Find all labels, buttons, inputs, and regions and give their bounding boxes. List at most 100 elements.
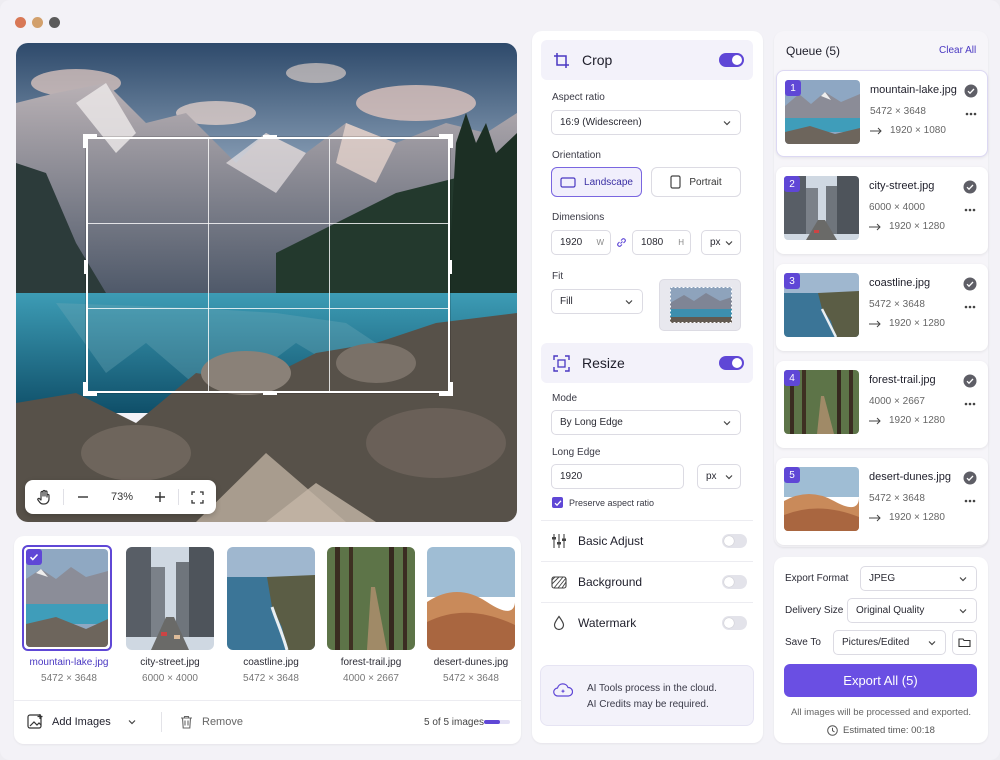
filmstrip-thumb-2[interactable] (126, 547, 214, 650)
estimated-time-text: Estimated time: 00:18 (843, 725, 935, 736)
link-icon[interactable] (616, 237, 627, 248)
filmstrip-thumb-3[interactable] (227, 547, 315, 650)
remove-button[interactable]: Remove (180, 715, 243, 729)
basic-adjust-title: Basic Adjust (578, 534, 644, 548)
queue-index-badge: 2 (784, 176, 800, 192)
queue-item[interactable]: 5 desert-dunes.jpg 5472 × 3648 1920 × 12… (776, 458, 988, 545)
watermark-title: Watermark (578, 616, 637, 630)
save-to-value: Pictures/Edited (842, 637, 910, 648)
queue-item-dims: 6000 × 4000 (869, 202, 925, 213)
filmstrip-thumb-1[interactable] (22, 545, 112, 651)
filmstrip-divider (14, 700, 521, 701)
crop-handle-top[interactable] (263, 135, 277, 139)
add-images-label: Add Images (52, 715, 111, 728)
queue-item-output: 1920 × 1280 (889, 512, 945, 523)
crop-handle-br[interactable] (449, 382, 453, 396)
resize-toggle[interactable] (719, 356, 744, 370)
fit-select[interactable]: Fill (551, 289, 643, 314)
chevron-down-icon (723, 421, 731, 426)
crop-toggle[interactable] (719, 53, 744, 67)
queue-item-name: coastline.jpg (869, 277, 931, 289)
orientation-label: Orientation (552, 150, 601, 161)
check-circle-icon (963, 471, 977, 485)
aspect-ratio-value: 16:9 (Widescreen) (560, 117, 642, 128)
basic-adjust-toggle[interactable] (722, 534, 747, 548)
long-edge-unit-select[interactable]: px (697, 464, 741, 489)
export-format-select[interactable]: JPEG (860, 566, 977, 591)
clear-all-link[interactable]: Clear All (939, 45, 976, 56)
thumb-dims: 4000 × 2667 (343, 673, 399, 684)
more-options-icon[interactable] (964, 208, 976, 212)
watermark-toggle[interactable] (722, 616, 747, 630)
image-preview[interactable]: 73% (16, 43, 517, 522)
more-options-icon[interactable] (964, 305, 976, 309)
browse-folder-button[interactable] (952, 630, 977, 655)
preserve-aspect-label: Preserve aspect ratio (569, 498, 655, 508)
queue-item-output: 1920 × 1080 (890, 125, 946, 136)
fit-preview (659, 279, 741, 331)
more-options-icon[interactable] (964, 499, 976, 503)
remove-label: Remove (202, 716, 243, 728)
background-toggle[interactable] (722, 575, 747, 589)
more-options-icon[interactable] (965, 112, 977, 116)
minimize-window-button[interactable] (32, 17, 43, 28)
chevron-down-icon (928, 641, 936, 646)
width-input[interactable]: 1920 W (551, 230, 611, 255)
portrait-option[interactable]: Portrait (651, 167, 741, 197)
dimension-unit-select[interactable]: px (701, 230, 741, 255)
crop-gridline (88, 308, 448, 309)
pan-tool-button[interactable] (25, 480, 63, 514)
queue-item[interactable]: 3 coastline.jpg 5472 × 3648 1920 × 1280 (776, 264, 988, 351)
preserve-aspect-checkbox[interactable] (552, 497, 563, 508)
aspect-ratio-select[interactable]: 16:9 (Widescreen) (551, 110, 741, 135)
resize-icon (553, 354, 570, 372)
queue-item[interactable]: 4 forest-trail.jpg 4000 × 2667 1920 × 12… (776, 361, 988, 448)
landscape-option[interactable]: Landscape (551, 167, 642, 197)
maximize-window-button[interactable] (49, 17, 60, 28)
filmstrip-thumb-4[interactable] (327, 547, 415, 650)
crop-handle-bottom[interactable] (263, 391, 277, 395)
filmstrip-thumb-5[interactable] (427, 547, 515, 650)
dimensions-label: Dimensions (552, 212, 605, 223)
close-window-button[interactable] (15, 17, 26, 28)
crop-handle-tl[interactable] (83, 134, 87, 148)
width-value: 1920 (560, 237, 583, 248)
save-to-select[interactable]: Pictures/Edited (833, 630, 946, 655)
resize-title: Resize (582, 355, 625, 371)
check-circle-icon (963, 277, 977, 291)
toolbar-divider (161, 712, 162, 732)
landscape-icon (560, 176, 576, 188)
queue-item[interactable]: 1 mountain-lake.jpg 5472 × 3648 1920 × 1… (776, 70, 988, 157)
queue-index-badge: 4 (784, 370, 800, 386)
crop-frame[interactable] (83, 134, 453, 396)
more-options-icon[interactable] (964, 402, 976, 406)
zoom-in-button[interactable] (142, 480, 178, 514)
image-count-progress (484, 720, 510, 724)
background-title: Background (578, 575, 643, 589)
long-edge-input[interactable]: 1920 (551, 464, 684, 489)
add-images-button[interactable]: Add Images (27, 713, 137, 730)
chevron-down-icon (725, 241, 733, 246)
portrait-label: Portrait (689, 176, 722, 188)
zoom-out-button[interactable] (64, 480, 102, 514)
resize-mode-select[interactable]: By Long Edge (551, 410, 741, 435)
fit-screen-button[interactable] (179, 480, 215, 514)
crop-title: Crop (582, 52, 613, 68)
thumb-dims: 5472 × 3648 (41, 673, 97, 684)
crop-handle-right[interactable] (448, 260, 452, 274)
queue-index-badge: 1 (785, 80, 801, 96)
trash-icon (181, 715, 192, 729)
crop-handle-left[interactable] (84, 260, 88, 274)
toggle-knob (732, 358, 742, 368)
crop-handle-tr[interactable] (449, 134, 453, 148)
export-all-button[interactable]: Export All (5) (784, 664, 977, 697)
chevron-down-icon (625, 300, 633, 305)
background-icon (551, 576, 567, 589)
delivery-size-select[interactable]: Original Quality (847, 598, 977, 623)
aspect-ratio-label: Aspect ratio (552, 92, 605, 103)
crop-handle-bl[interactable] (83, 382, 87, 396)
height-input[interactable]: 1080 H (632, 230, 691, 255)
queue-item[interactable]: 2 city-street.jpg 6000 × 4000 1920 × 128… (776, 167, 988, 254)
crop-icon (554, 52, 569, 68)
thumb-dims: 6000 × 4000 (142, 673, 198, 684)
